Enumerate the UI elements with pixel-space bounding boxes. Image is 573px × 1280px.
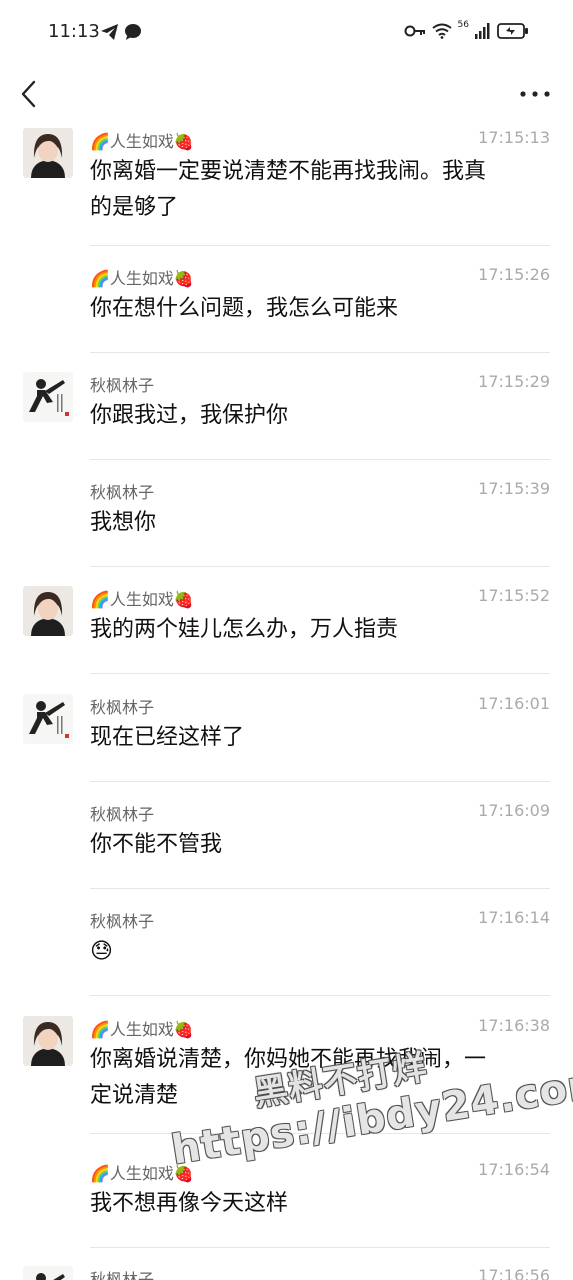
sender-name: 🌈人生如戏🍓 xyxy=(90,1164,194,1183)
signal-icon xyxy=(475,23,490,39)
message-text: 现在已经这样了 xyxy=(90,720,547,756)
emoji-sweat-icon: 😓 xyxy=(90,939,113,964)
sender-name: 秋枫林子 xyxy=(90,376,155,395)
chat-bubble-icon xyxy=(125,24,141,40)
message-text: 我不想再像今天这样 xyxy=(90,1186,547,1222)
divider xyxy=(90,459,550,460)
nav-bar xyxy=(0,66,573,122)
message-text: 😓 xyxy=(90,934,547,970)
message-text-line: 我想你 xyxy=(90,510,157,535)
status-time: 11:13 xyxy=(48,21,100,42)
message-item: 🌈人生如戏🍓 17:15:26 你在想什么问题，我怎么可能来 xyxy=(0,259,573,353)
status-right-icons: 56 xyxy=(404,20,529,40)
divider xyxy=(90,995,550,996)
message-text-line: 定说清楚 xyxy=(90,1083,179,1108)
divider xyxy=(90,245,550,246)
message-text-line: 我不想再像今天这样 xyxy=(90,1191,289,1216)
message-text: 你在想什么问题，我怎么可能来 xyxy=(90,291,547,327)
message-time: 17:16:38 xyxy=(478,1016,550,1035)
message-item: 🌈人生如戏🍓 17:15:52 我的两个娃儿怎么办，万人指责 xyxy=(0,580,573,674)
message-item: 秋枫林子 17:15:39 我想你 xyxy=(0,473,573,567)
message-text-line: 你离婚说清楚，你妈她不能再找我闹，一 xyxy=(90,1047,487,1072)
male-avatar-image xyxy=(23,372,73,422)
network-type-label: 56 xyxy=(457,20,469,30)
avatar-female[interactable] xyxy=(23,128,73,178)
back-chevron-icon xyxy=(21,80,36,108)
divider xyxy=(90,888,550,889)
message-time: 17:16:56 xyxy=(478,1266,550,1280)
message-time: 17:15:26 xyxy=(478,265,550,284)
status-bar: 11:13 56 xyxy=(0,0,573,66)
message-time: 17:15:13 xyxy=(478,128,550,147)
avatar-male[interactable] xyxy=(23,1266,73,1280)
message-text-line: 你跟我过，我保护你 xyxy=(90,403,289,428)
divider xyxy=(90,1247,550,1248)
female-avatar-image xyxy=(23,128,73,178)
divider xyxy=(90,781,550,782)
sender-name: 秋枫林子 xyxy=(90,483,155,502)
telegram-icon xyxy=(101,24,118,40)
message-item: 秋枫林子 17:16:01 现在已经这样了 xyxy=(0,688,573,782)
sender-name: 🌈人生如戏🍓 xyxy=(90,590,194,609)
battery-charging-icon xyxy=(497,23,528,39)
chat-history-list[interactable]: 🌈人生如戏🍓 17:15:13 你离婚一定要说清楚不能再找我闹。我真 的是够了 … xyxy=(0,122,573,1280)
message-text: 我想你 xyxy=(90,505,547,541)
male-avatar-image xyxy=(23,694,73,744)
key-icon xyxy=(404,25,425,37)
message-time: 17:15:52 xyxy=(478,586,550,605)
sender-name: 秋枫林子 xyxy=(90,912,155,931)
message-text-line: 我的两个娃儿怎么办，万人指责 xyxy=(90,617,399,642)
avatar-female[interactable] xyxy=(23,1016,73,1066)
avatar-male[interactable] xyxy=(23,694,73,744)
message-item: 秋枫林子 17:16:56 xyxy=(0,1260,573,1280)
female-avatar-image xyxy=(23,586,73,636)
message-time: 17:16:54 xyxy=(478,1160,550,1179)
divider xyxy=(90,566,550,567)
message-item: 🌈人生如戏🍓 17:16:38 你离婚说清楚，你妈她不能再找我闹，一 定说清楚 xyxy=(0,1010,573,1134)
message-text-line: 你在想什么问题，我怎么可能来 xyxy=(90,296,399,321)
message-text: 你离婚说清楚，你妈她不能再找我闹，一 定说清楚 xyxy=(90,1042,547,1114)
back-button[interactable] xyxy=(14,76,48,112)
message-text: 你离婚一定要说清楚不能再找我闹。我真 的是够了 xyxy=(90,154,547,226)
message-time: 17:16:09 xyxy=(478,801,550,820)
sender-name: 🌈人生如戏🍓 xyxy=(90,269,194,288)
message-item: 🌈人生如戏🍓 17:15:13 你离婚一定要说清楚不能再找我闹。我真 的是够了 xyxy=(0,122,573,246)
more-button[interactable] xyxy=(519,84,551,104)
message-item: 秋枫林子 17:16:09 你不能不管我 xyxy=(0,795,573,889)
more-dots-icon xyxy=(520,91,550,97)
status-left-icons xyxy=(100,23,142,41)
sender-name: 🌈人生如戏🍓 xyxy=(90,1020,194,1039)
avatar-male[interactable] xyxy=(23,372,73,422)
message-text: 我的两个娃儿怎么办，万人指责 xyxy=(90,612,547,648)
message-item: 秋枫林子 17:15:29 你跟我过，我保护你 xyxy=(0,366,573,460)
sender-name: 🌈人生如戏🍓 xyxy=(90,132,194,151)
message-text: 你不能不管我 xyxy=(90,827,547,863)
message-text: 你跟我过，我保护你 xyxy=(90,398,547,434)
message-time: 17:15:39 xyxy=(478,479,550,498)
message-item: 秋枫林子 17:16:14 😓 xyxy=(0,902,573,996)
message-time: 17:15:29 xyxy=(478,372,550,391)
sender-name: 秋枫林子 xyxy=(90,805,155,824)
wifi-icon xyxy=(431,23,452,39)
message-time: 17:16:14 xyxy=(478,908,550,927)
message-text-line: 现在已经这样了 xyxy=(90,725,245,750)
message-text-line: 你离婚一定要说清楚不能再找我闹。我真 xyxy=(90,159,487,184)
message-text-line: 你不能不管我 xyxy=(90,832,223,857)
message-time: 17:16:01 xyxy=(478,694,550,713)
female-avatar-image xyxy=(23,1016,73,1066)
message-text-line: 的是够了 xyxy=(90,195,179,220)
message-item: 🌈人生如戏🍓 17:16:54 我不想再像今天这样 xyxy=(0,1154,573,1248)
male-avatar-image xyxy=(23,1266,73,1280)
divider xyxy=(90,352,550,353)
divider xyxy=(90,673,550,674)
avatar-female[interactable] xyxy=(23,586,73,636)
sender-name: 秋枫林子 xyxy=(90,698,155,717)
divider xyxy=(90,1133,550,1134)
sender-name: 秋枫林子 xyxy=(90,1270,155,1280)
